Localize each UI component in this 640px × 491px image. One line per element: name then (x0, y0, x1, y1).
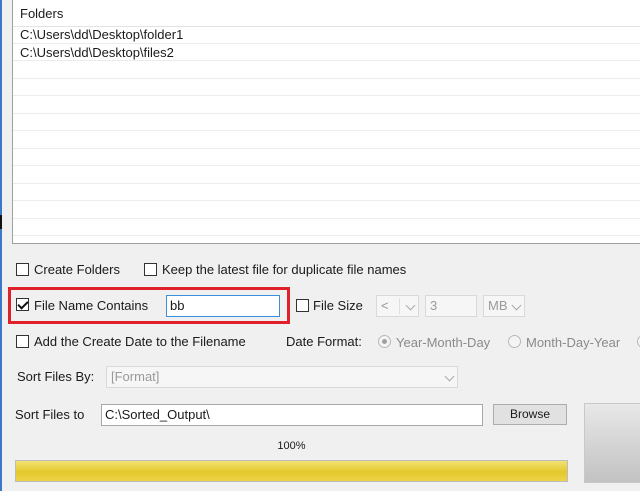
date-format-label: Date Format: (286, 334, 362, 349)
chevron-down-icon (405, 300, 416, 311)
progress-bar (15, 460, 568, 482)
file-name-contains-input[interactable]: bb (166, 295, 280, 317)
date-format-option-mdy[interactable]: Month-Day-Year (526, 335, 620, 350)
file-name-contains-label[interactable]: File Name Contains (34, 298, 148, 313)
folder-list-header[interactable]: Folders (13, 0, 640, 27)
progress-bar-fill (16, 461, 567, 481)
empty-row (13, 149, 640, 166)
progress-percent: 100% (277, 440, 306, 452)
file-size-label[interactable]: File Size (313, 298, 363, 313)
folder-rows: C:\Users\dd\Desktop\folder1 C:\Users\dd\… (13, 26, 640, 236)
browse-button[interactable]: Browse (493, 404, 567, 425)
keep-latest-checkbox[interactable] (144, 263, 157, 276)
create-folders-label[interactable]: Create Folders (34, 262, 120, 277)
empty-row (13, 79, 640, 96)
window-edge-mark (0, 215, 2, 229)
empty-row (13, 184, 640, 201)
file-size-unit-value: MB (488, 298, 508, 313)
folder-list[interactable]: Folders C:\Users\dd\Desktop\folder1 C:\U… (12, 0, 640, 244)
date-format-radio-mdy[interactable] (508, 335, 521, 348)
folder-row[interactable]: C:\Users\dd\Desktop\folder1 (13, 26, 640, 44)
create-folders-checkbox[interactable] (16, 263, 29, 276)
file-name-contains-checkbox[interactable] (16, 298, 29, 311)
file-size-amount-input[interactable]: 3 (425, 295, 477, 317)
file-size-unit-select[interactable]: MB (483, 295, 525, 317)
sort-start-button[interactable] (584, 403, 640, 483)
empty-row (13, 61, 640, 79)
empty-row (13, 201, 640, 219)
add-create-date-checkbox[interactable] (16, 335, 29, 348)
sort-by-value: [Format] (111, 369, 160, 384)
empty-row (13, 219, 640, 236)
chevron-down-icon (444, 371, 455, 382)
chevron-down-icon (511, 300, 522, 311)
file-size-checkbox[interactable] (296, 299, 309, 312)
date-format-radio-ymd[interactable] (378, 335, 391, 348)
empty-row (13, 114, 640, 131)
sort-by-label: Sort Files By: (17, 369, 95, 384)
combo-separator (399, 298, 400, 314)
file-size-operator-select[interactable]: < (376, 295, 419, 317)
empty-row (13, 131, 640, 149)
window-edge (0, 0, 2, 491)
empty-row (13, 166, 640, 184)
file-size-amount-value: 3 (430, 298, 438, 313)
keep-latest-label[interactable]: Keep the latest file for duplicate file … (162, 262, 406, 277)
sort-to-input[interactable]: C:\Sorted_Output\ (101, 404, 483, 426)
add-create-date-label[interactable]: Add the Create Date to the Filename (34, 334, 246, 349)
sort-to-label: Sort Files to (15, 407, 85, 422)
date-format-option-ymd[interactable]: Year-Month-Day (396, 335, 490, 350)
empty-row (13, 96, 640, 114)
sort-by-select[interactable]: [Format] (106, 366, 458, 388)
folder-row[interactable]: C:\Users\dd\Desktop\files2 (13, 44, 640, 61)
file-size-operator-value: < (381, 298, 389, 313)
